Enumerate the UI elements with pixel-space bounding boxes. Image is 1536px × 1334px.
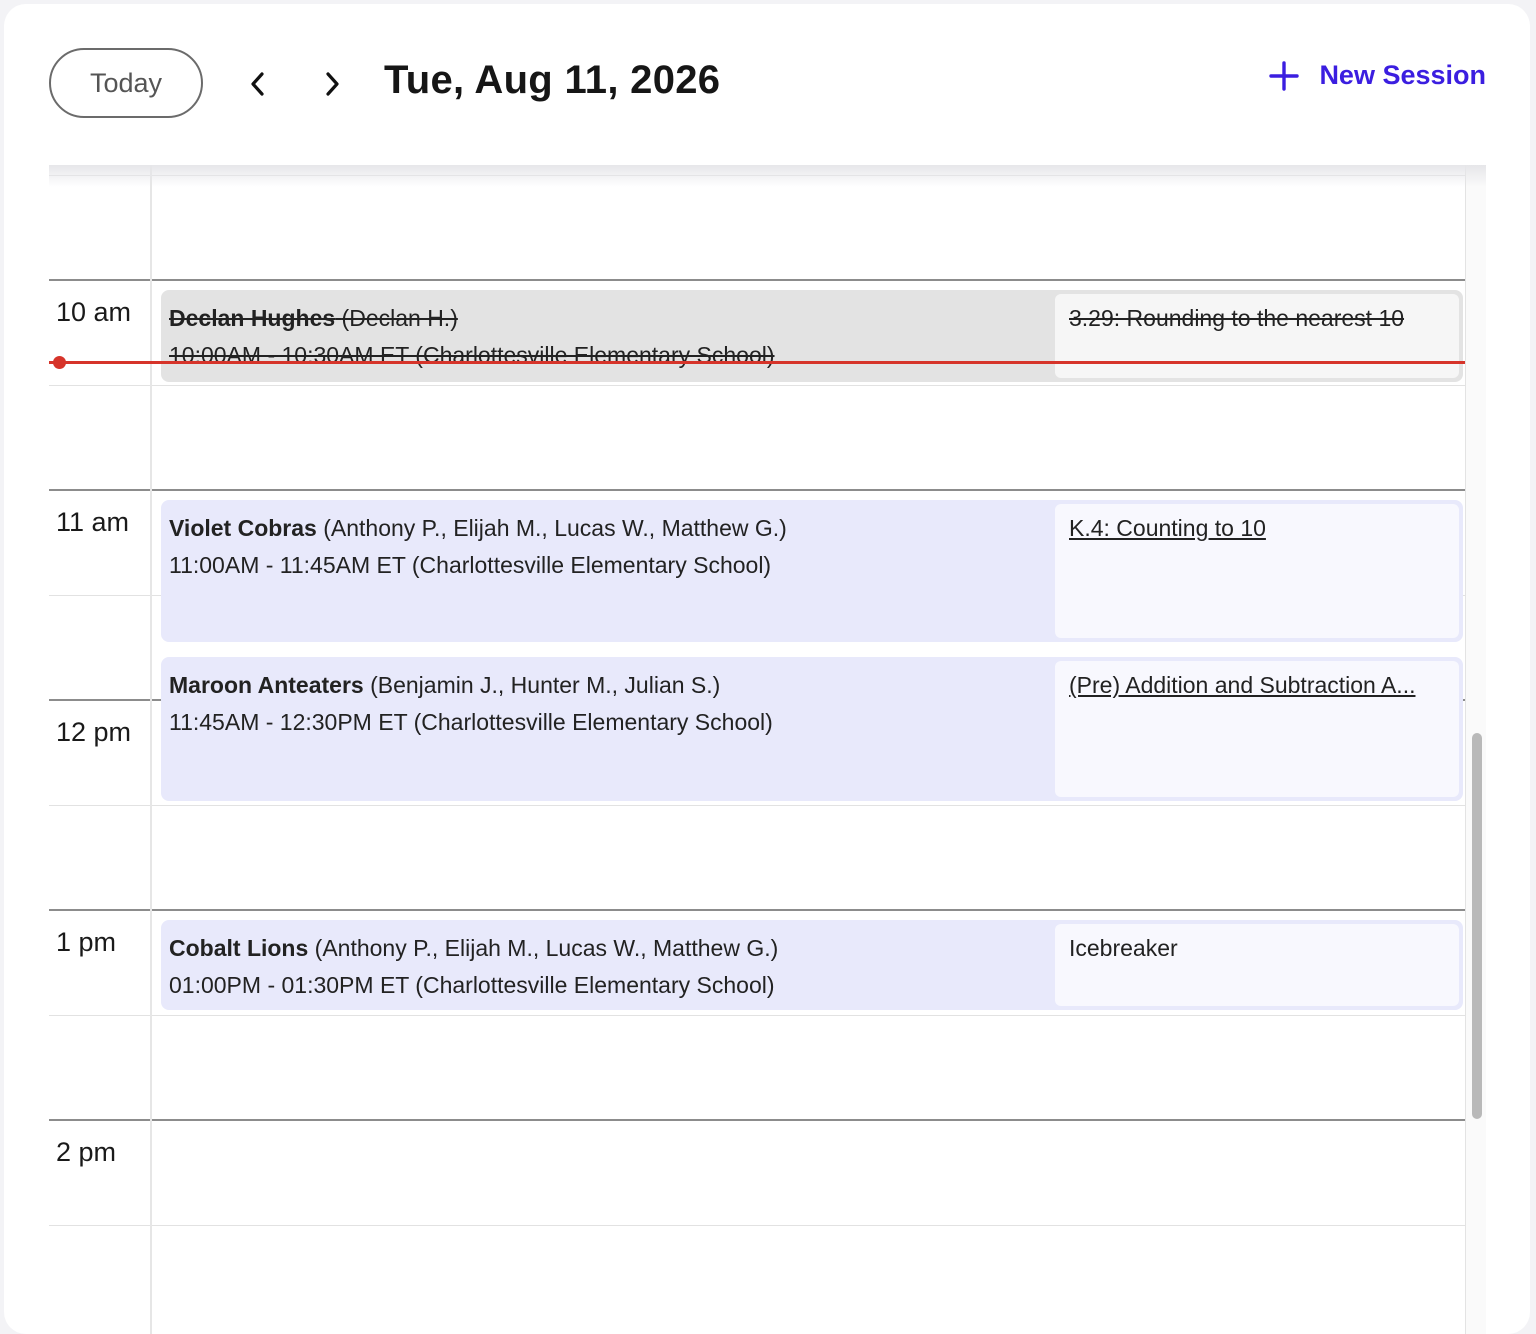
hour-label: 1 pm	[56, 927, 117, 957]
grid-top-shadow	[49, 165, 1486, 187]
previous-day-button[interactable]	[238, 64, 278, 104]
session-event[interactable]: Cobalt Lions (Anthony P., Elijah M., Luc…	[161, 920, 1463, 1010]
half-hour-line	[49, 175, 1465, 176]
date-title: Tue, Aug 11, 2026	[384, 58, 721, 102]
event-lesson-link[interactable]: K.4: Counting to 10	[1055, 504, 1459, 638]
event-details: Violet Cobras (Anthony P., Elijah M., Lu…	[169, 510, 787, 584]
hour-label: 10 am	[56, 297, 132, 327]
event-members: (Anthony P., Elijah M., Lucas W., Matthe…	[314, 935, 779, 961]
calendar-card: Today Tue, Aug 11, 2026 New Session 10 a…	[4, 4, 1530, 1334]
half-hour-line	[49, 805, 1465, 806]
new-session-button[interactable]: New Session	[1269, 60, 1486, 91]
plus-icon	[1269, 60, 1300, 91]
half-hour-line	[49, 1015, 1465, 1016]
event-lesson-link[interactable]: (Pre) Addition and Subtraction A...	[1055, 661, 1459, 797]
session-event[interactable]: Violet Cobras (Anthony P., Elijah M., Lu…	[161, 500, 1463, 642]
half-hour-line	[49, 1225, 1465, 1226]
hour-line	[49, 489, 1465, 491]
scrollbar-thumb[interactable]	[1472, 733, 1482, 1119]
event-time: 11:00AM - 11:45AM ET (Charlottesville El…	[169, 552, 772, 578]
event-group-name: Cobalt Lions	[169, 935, 309, 961]
day-schedule-grid[interactable]: 10 am 11 am 12 pm 1 pm 2 pm Declan Hughe…	[49, 165, 1486, 1334]
event-time: 10:00AM - 10:30AM ET (Charlottesville El…	[169, 342, 775, 368]
event-time: 01:00PM - 01:30PM ET (Charlottesville El…	[169, 972, 775, 998]
new-session-label: New Session	[1319, 60, 1486, 90]
event-lesson-link[interactable]: 3.29: Rounding to the nearest 10	[1055, 294, 1459, 378]
current-time-dot	[53, 356, 66, 369]
hour-label: 2 pm	[56, 1137, 117, 1167]
event-members: (Benjamin J., Hunter M., Julian S.)	[370, 672, 721, 698]
hour-line	[49, 279, 1465, 281]
half-hour-line	[49, 385, 1465, 386]
today-button[interactable]: Today	[49, 48, 203, 118]
hour-line	[49, 909, 1465, 911]
chevron-right-icon	[326, 72, 339, 96]
event-lesson-label[interactable]: Icebreaker	[1055, 924, 1459, 1006]
event-members: (Declan H.)	[341, 305, 458, 331]
hour-line	[49, 1119, 1465, 1121]
event-members: (Anthony P., Elijah M., Lucas W., Matthe…	[323, 515, 787, 541]
next-day-button[interactable]	[312, 64, 352, 104]
event-group-name: Declan Hughes	[169, 305, 336, 331]
event-group-name: Violet Cobras	[169, 515, 317, 541]
hour-label: 11 am	[56, 507, 130, 537]
event-details: Maroon Anteaters (Benjamin J., Hunter M.…	[169, 667, 773, 741]
event-time: 11:45AM - 12:30PM ET (Charlottesville El…	[169, 709, 773, 735]
current-time-line	[49, 361, 1465, 364]
session-event[interactable]: Maroon Anteaters (Benjamin J., Hunter M.…	[161, 657, 1463, 801]
event-group-name: Maroon Anteaters	[169, 672, 364, 698]
event-details: Cobalt Lions (Anthony P., Elijah M., Luc…	[169, 930, 778, 1004]
chevron-left-icon	[251, 72, 264, 96]
time-gutter-divider	[150, 165, 152, 1334]
session-event-cancelled[interactable]: Declan Hughes (Declan H.) 10:00AM - 10:3…	[161, 290, 1463, 382]
hour-label: 12 pm	[56, 717, 132, 747]
